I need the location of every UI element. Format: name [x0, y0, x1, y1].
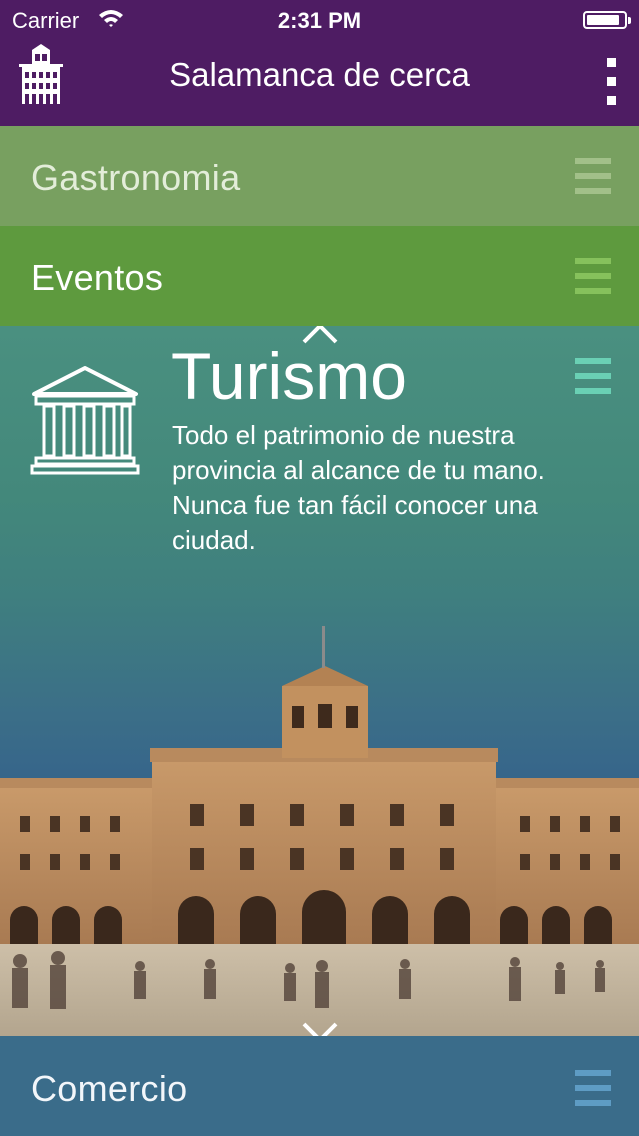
more-vertical-icon[interactable] — [605, 58, 617, 106]
category-gastronomia[interactable]: Gastronomia — [0, 126, 639, 226]
status-bar: Carrier 2:31 PM — [0, 0, 639, 40]
app-title: Salamanca de cerca — [169, 56, 470, 93]
plaza-mayor-photo — [0, 626, 639, 1036]
category-eventos[interactable]: Eventos — [0, 226, 639, 326]
hamburger-icon[interactable] — [575, 158, 611, 194]
temple-icon — [30, 366, 140, 475]
hamburger-icon[interactable] — [575, 258, 611, 294]
category-label: Eventos — [31, 257, 164, 298]
battery-level — [587, 15, 619, 25]
hamburger-icon[interactable] — [575, 358, 611, 394]
status-time: 2:31 PM — [277, 8, 362, 33]
category-turismo-expanded: Turismo Todo el patrimonio de nuestra pr… — [0, 326, 639, 1036]
chevron-down-icon[interactable] — [300, 1020, 340, 1036]
category-label: Comercio — [31, 1068, 188, 1109]
turismo-title: Turismo — [171, 339, 407, 413]
category-comercio[interactable]: Comercio — [0, 1036, 639, 1136]
turismo-description: Todo el patrimonio de nuestra provincia … — [172, 420, 545, 555]
battery-icon — [583, 11, 631, 29]
hamburger-icon[interactable] — [575, 1070, 611, 1106]
category-label: Gastronomia — [31, 157, 241, 198]
nav-bar: Salamanca de cerca — [0, 40, 639, 126]
